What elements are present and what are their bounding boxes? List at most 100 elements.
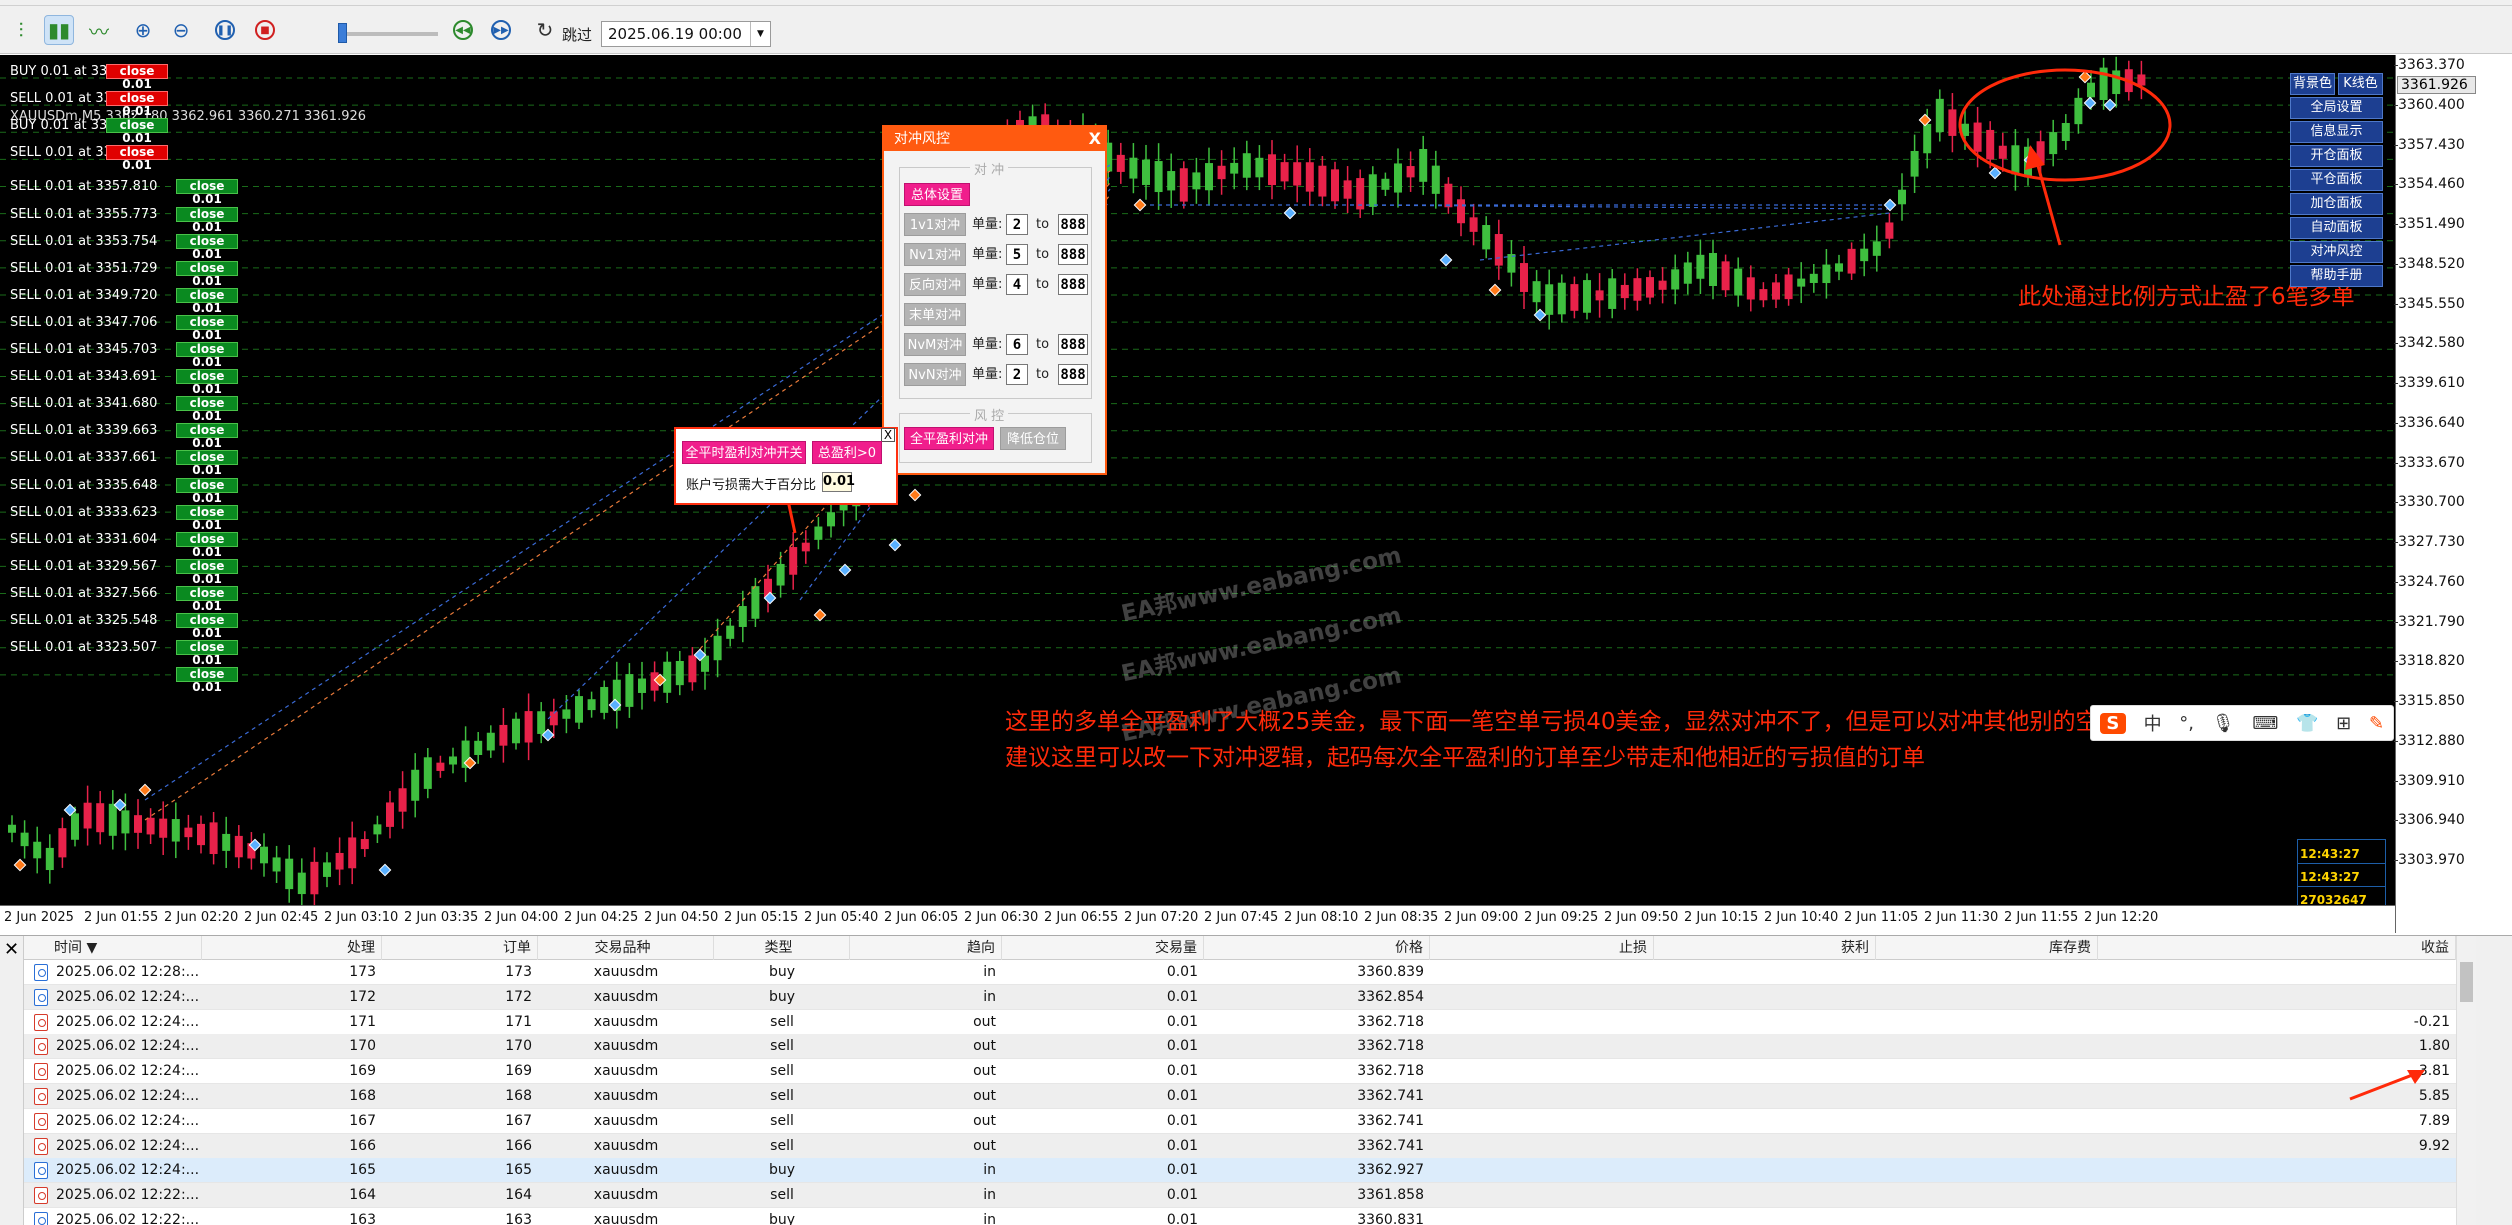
table-row[interactable]: 2025.06.02 12:24:... 169 169 xauusdm sell out… bbox=[24, 1059, 2456, 1085]
vertical-scrollbar[interactable] bbox=[2456, 936, 2476, 1225]
zoom-out-icon[interactable]: ⊖ bbox=[166, 15, 196, 45]
close-icon[interactable]: X bbox=[881, 428, 895, 442]
scrollbar-thumb[interactable] bbox=[2460, 962, 2473, 1002]
bar-chart-icon[interactable]: ⫶ bbox=[6, 15, 36, 45]
column-header[interactable]: 订单 bbox=[382, 936, 538, 960]
close-order-button[interactable]: close 0.01 bbox=[176, 504, 238, 531]
step-back-icon[interactable]: ◀◀ bbox=[448, 15, 478, 45]
right-menu-item[interactable]: 开仓面板 bbox=[2290, 145, 2383, 167]
ime-skin-icon[interactable]: 👕 bbox=[2296, 713, 2318, 734]
step-forward-icon[interactable]: ▶▶ bbox=[486, 15, 516, 45]
quantity-to-input[interactable]: 888 bbox=[1058, 214, 1088, 235]
ime-more-icon[interactable]: ✎ bbox=[2369, 713, 2384, 734]
ime-chinese-mode[interactable]: 中 bbox=[2144, 710, 2162, 736]
close-order-button[interactable]: close 0.01 bbox=[176, 477, 238, 504]
column-header[interactable]: 获利 bbox=[1654, 936, 1876, 960]
total-profit-button[interactable]: 总盈利>0 bbox=[812, 441, 882, 464]
table-row[interactable]: 2025.06.02 12:22:... 164 164 xauusdm sell in 0… bbox=[24, 1183, 2456, 1209]
column-header[interactable]: 交易量 bbox=[1002, 936, 1204, 960]
quantity-from-input[interactable]: 5 bbox=[1006, 244, 1028, 265]
column-header[interactable]: 类型 bbox=[714, 936, 850, 960]
price-chart[interactable]: XAUUSDm,M5 3362.180 3362.961 3360.271 33… bbox=[0, 55, 2395, 905]
close-order-button[interactable]: close 0.01 bbox=[106, 118, 168, 145]
close-order-button[interactable]: close 0.01 bbox=[176, 179, 238, 206]
ime-mic-icon[interactable]: 🎙 bbox=[2212, 713, 2235, 734]
close-order-button[interactable]: close 0.01 bbox=[176, 260, 238, 287]
table-row[interactable]: 2025.06.02 12:28:... 173 173 xauusdm buy in 0.… bbox=[24, 960, 2456, 985]
close-icon[interactable]: X bbox=[1089, 127, 1101, 151]
table-row[interactable]: 2025.06.02 12:24:... 165 165 xauusdm buy in 0.… bbox=[24, 1158, 2456, 1184]
speed-slider-thumb[interactable] bbox=[338, 23, 347, 43]
hedge-mode-button[interactable]: 反向对冲 bbox=[904, 273, 966, 296]
hedge-mode-button[interactable]: NvN对冲 bbox=[904, 363, 966, 386]
right-menu-item[interactable]: 平仓面板 bbox=[2290, 169, 2383, 191]
ime-grid-icon[interactable]: ⊞ bbox=[2336, 713, 2351, 734]
quantity-to-input[interactable]: 888 bbox=[1058, 364, 1088, 385]
close-order-button[interactable]: close 0.01 bbox=[176, 531, 238, 558]
table-row[interactable]: 2025.06.02 12:24:... 170 170 xauusdm sell out… bbox=[24, 1034, 2456, 1060]
table-row[interactable]: 2025.06.02 12:24:... 172 172 xauusdm buy in 0.… bbox=[24, 984, 2456, 1010]
close-order-button[interactable]: close 0.01 bbox=[176, 667, 238, 694]
chevron-down-icon[interactable]: ▼ bbox=[750, 22, 770, 46]
close-icon[interactable]: ✕ bbox=[0, 936, 24, 1225]
candle-color-button[interactable]: K线色 bbox=[2338, 73, 2383, 95]
close-order-button[interactable]: close 0.01 bbox=[176, 585, 238, 612]
table-row[interactable]: 2025.06.02 12:22:... 163 163 xauusdm buy in 0.… bbox=[24, 1208, 2456, 1225]
close-order-button[interactable]: close 0.01 bbox=[176, 369, 238, 396]
close-order-button[interactable]: close 0.01 bbox=[176, 206, 238, 233]
column-header[interactable]: 处理 bbox=[202, 936, 382, 960]
right-menu-item[interactable]: 全局设置 bbox=[2290, 97, 2383, 119]
ime-punctuation-icon[interactable]: °, bbox=[2179, 713, 2194, 734]
close-order-button[interactable]: close 0.01 bbox=[106, 145, 168, 172]
close-order-button[interactable]: close 0.01 bbox=[176, 287, 238, 314]
hedge-mode-button[interactable]: 1v1对冲 bbox=[904, 213, 966, 236]
quantity-to-input[interactable]: 888 bbox=[1058, 334, 1088, 355]
close-order-button[interactable]: close 0.01 bbox=[176, 396, 238, 423]
table-row[interactable]: 2025.06.02 12:24:... 171 171 xauusdm sell out… bbox=[24, 1010, 2456, 1035]
right-menu-item[interactable]: 加仓面板 bbox=[2290, 193, 2383, 215]
jump-label[interactable]: 跳过 bbox=[562, 24, 592, 45]
column-header[interactable]: 收益 bbox=[2098, 936, 2456, 960]
quantity-to-input[interactable]: 888 bbox=[1058, 244, 1088, 265]
close-order-button[interactable]: close 0.01 bbox=[176, 450, 238, 477]
stop-icon[interactable]: ■ bbox=[250, 15, 280, 45]
column-header[interactable]: 库存费 bbox=[1876, 936, 2098, 960]
speed-slider[interactable] bbox=[338, 32, 438, 36]
close-order-button[interactable]: close 0.01 bbox=[176, 423, 238, 450]
reduce-position-button[interactable]: 降低仓位 bbox=[1000, 427, 1066, 450]
quantity-to-input[interactable]: 888 bbox=[1058, 274, 1088, 295]
ime-keyboard-icon[interactable]: ⌨ bbox=[2252, 713, 2278, 734]
right-menu-item[interactable]: 信息显示 bbox=[2290, 121, 2383, 143]
overall-settings-button[interactable]: 总体设置 bbox=[904, 183, 970, 206]
quantity-from-input[interactable]: 2 bbox=[1006, 364, 1028, 385]
hedge-panel-title[interactable]: 对冲风控 bbox=[884, 127, 1105, 151]
date-input[interactable]: 2025.06.19 00:00 ▼ bbox=[601, 21, 771, 47]
full-close-switch-button[interactable]: 全平时盈利对冲开关 bbox=[682, 441, 806, 464]
ime-logo-icon[interactable]: S bbox=[2099, 712, 2126, 734]
hedge-mode-button[interactable]: Nv1对冲 bbox=[904, 243, 966, 266]
loss-percent-input[interactable]: 0.01 bbox=[822, 472, 855, 492]
zoom-in-icon[interactable]: ⊕ bbox=[128, 15, 158, 45]
close-order-button[interactable]: close 0.01 bbox=[176, 640, 238, 667]
table-row[interactable]: 2025.06.02 12:24:... 168 168 xauusdm sell out… bbox=[24, 1084, 2456, 1109]
line-chart-icon[interactable]: 〰 bbox=[84, 15, 114, 45]
jump-icon[interactable]: ↻ bbox=[530, 15, 560, 45]
close-order-button[interactable]: close 0.01 bbox=[106, 91, 168, 118]
column-header[interactable]: 交易品种 bbox=[538, 936, 714, 960]
full-close-hedge-button[interactable]: 全平盈利对冲 bbox=[904, 427, 994, 450]
table-row[interactable]: 2025.06.02 12:24:... 166 166 xauusdm sell out… bbox=[24, 1133, 2456, 1159]
right-menu-item[interactable]: 帮助手册 bbox=[2290, 265, 2383, 287]
close-order-button[interactable]: close 0.01 bbox=[176, 342, 238, 369]
column-header[interactable]: 趋向 bbox=[850, 936, 1002, 960]
close-order-button[interactable]: close 0.01 bbox=[176, 613, 238, 640]
bg-color-button[interactable]: 背景色 bbox=[2290, 73, 2335, 95]
close-order-button[interactable]: close 0.01 bbox=[176, 314, 238, 341]
close-order-button[interactable]: close 0.01 bbox=[176, 233, 238, 260]
quantity-from-input[interactable]: 2 bbox=[1006, 214, 1028, 235]
hedge-mode-button[interactable]: 末单对冲 bbox=[904, 303, 966, 326]
column-header[interactable]: 价格 bbox=[1204, 936, 1430, 960]
column-header[interactable]: 时间 ▼ bbox=[24, 936, 202, 960]
hedge-mode-button[interactable]: NvM对冲 bbox=[904, 333, 966, 356]
candlestick-icon[interactable]: ▮▮ bbox=[44, 15, 74, 45]
quantity-from-input[interactable]: 6 bbox=[1006, 334, 1028, 355]
